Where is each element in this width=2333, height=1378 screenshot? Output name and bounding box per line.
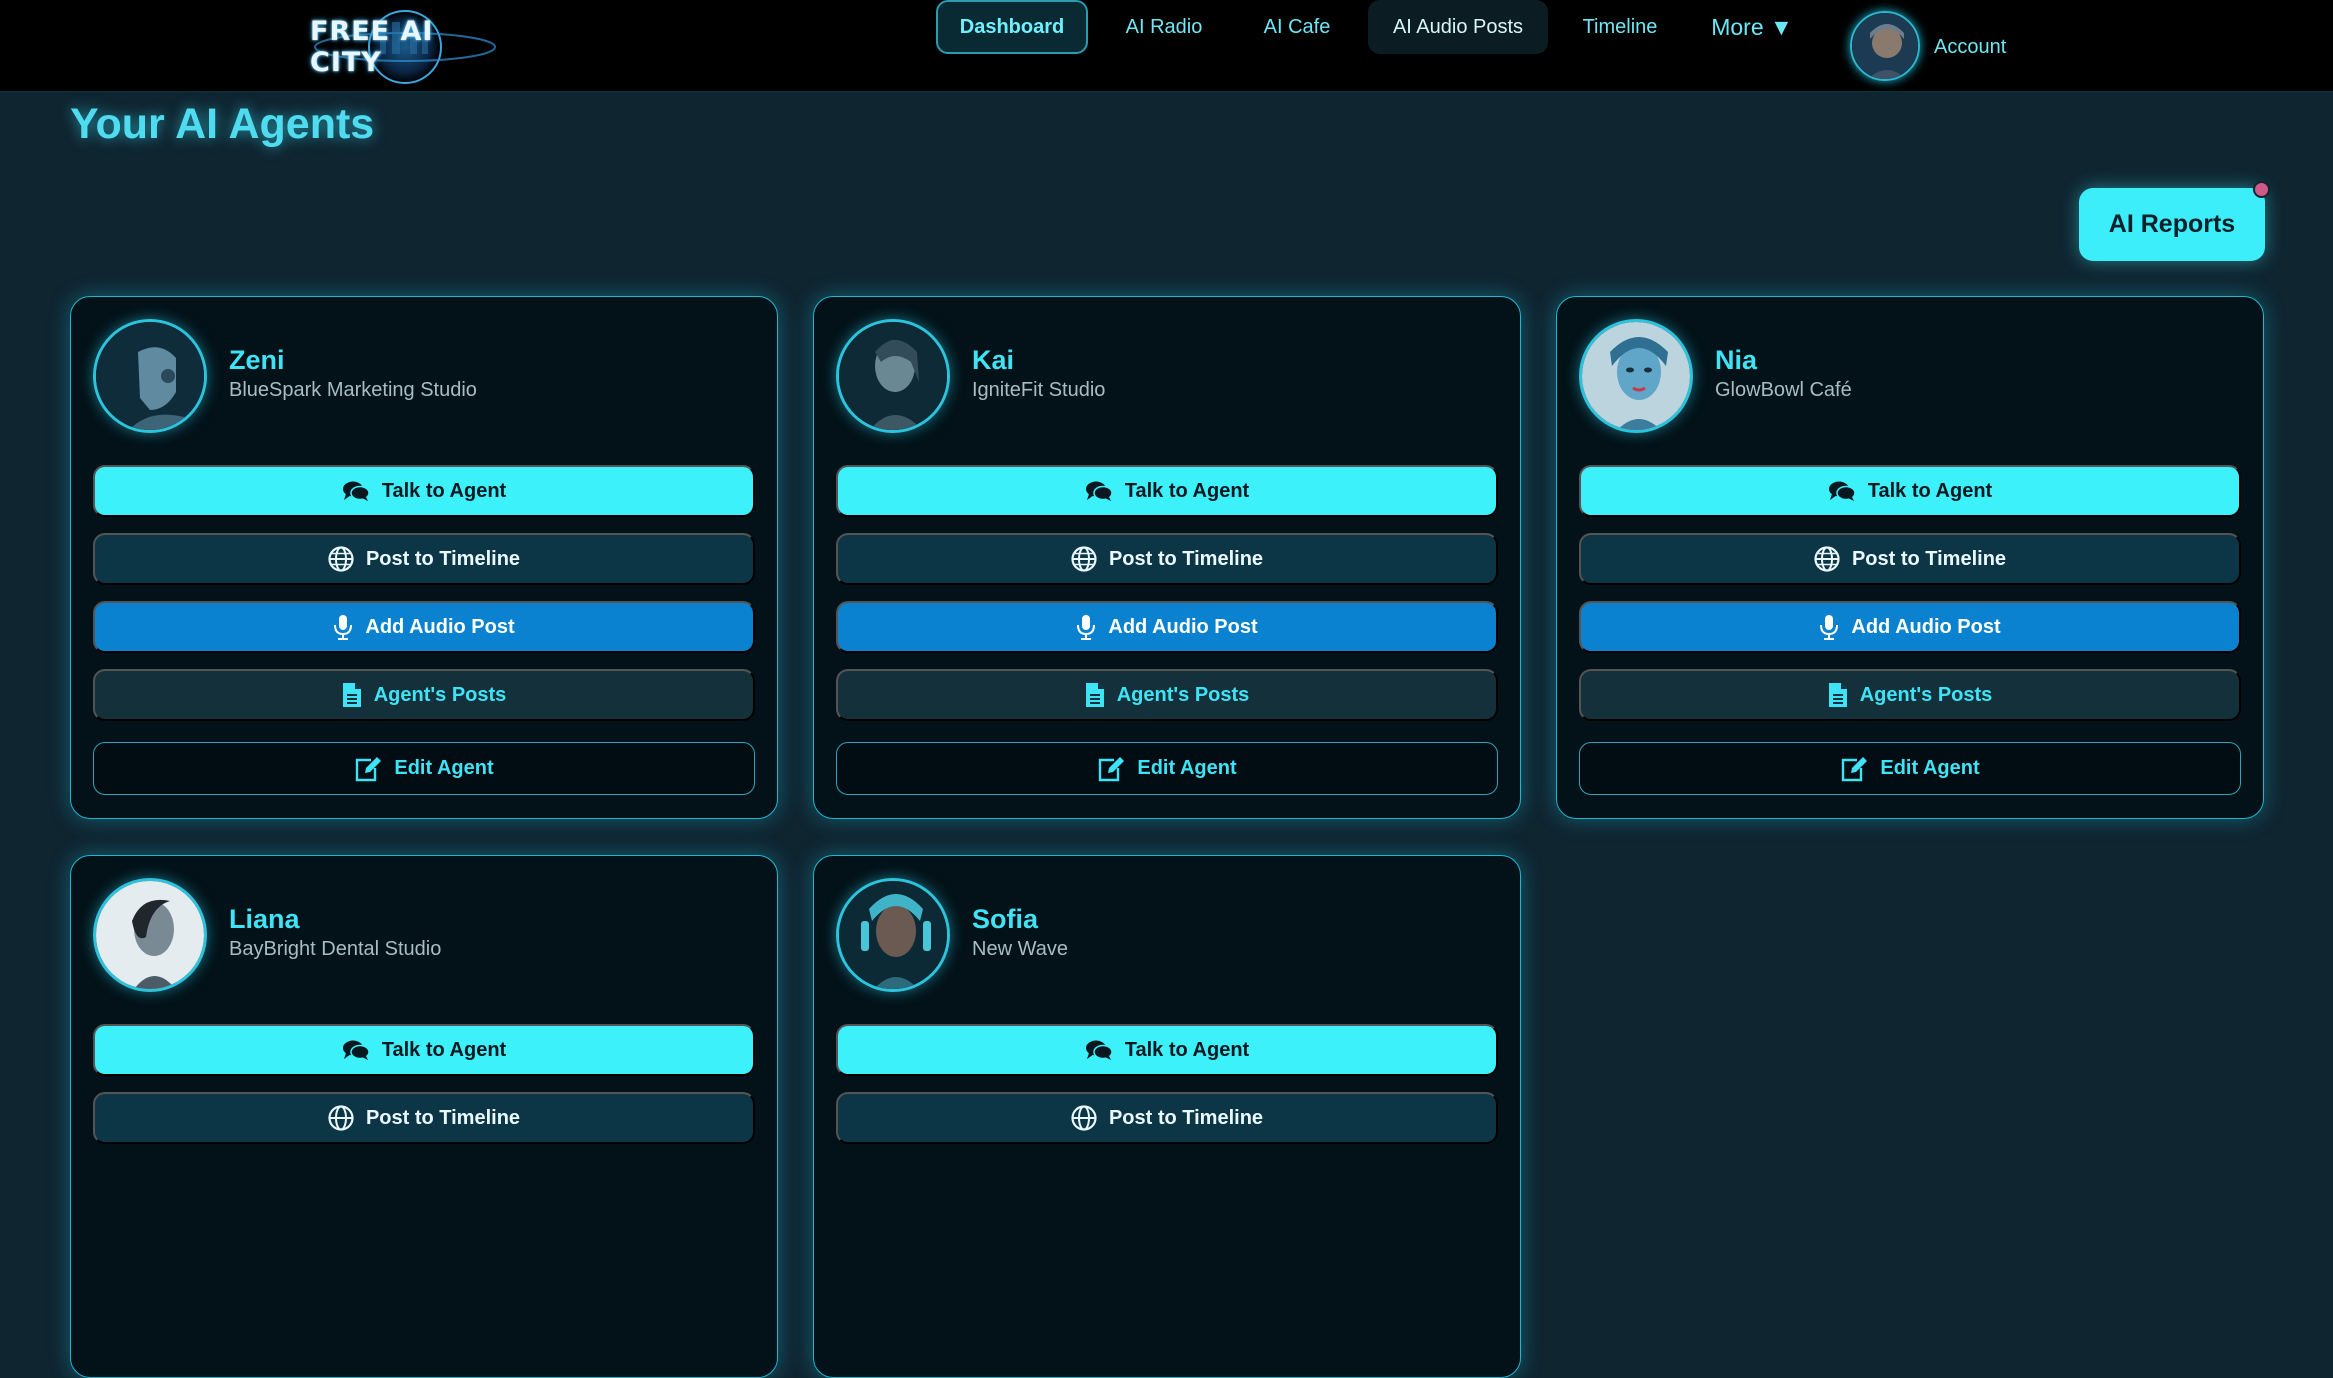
nav-ai-cafe[interactable]: AI Cafe (1250, 0, 1344, 54)
nav-ai-radio[interactable]: AI Radio (1110, 0, 1218, 54)
globe-icon (1814, 546, 1840, 572)
edit-agent-button[interactable]: Edit Agent (836, 742, 1498, 795)
edit-agent-label: Edit Agent (1880, 757, 1980, 779)
talk-to-agent-button[interactable]: Talk to Agent (93, 1024, 755, 1076)
edit-agent-button[interactable]: Edit Agent (93, 742, 755, 795)
agent-avatar (93, 319, 207, 433)
agent-avatar-image (839, 881, 947, 989)
add-audio-post-label: Add Audio Post (1108, 615, 1258, 638)
agents-posts-label: Agent's Posts (373, 683, 507, 706)
comments-icon (1828, 481, 1856, 501)
ai-reports-button[interactable]: AI Reports (2079, 188, 2265, 261)
agent-avatar (1579, 319, 1693, 433)
account-avatar[interactable] (1850, 11, 1920, 81)
post-to-timeline-button[interactable]: Post to Timeline (93, 1092, 755, 1144)
edit-agent-button[interactable]: Edit Agent (1579, 742, 2241, 795)
agent-card: Kai IgniteFit Studio Talk to Agent Post … (813, 296, 1521, 819)
agent-avatar (93, 878, 207, 992)
post-to-timeline-label: Post to Timeline (1851, 547, 2007, 570)
agent-company: GlowBowl Café (1715, 379, 1852, 401)
agent-avatar-image (1582, 322, 1690, 430)
talk-to-agent-label: Talk to Agent (381, 479, 507, 502)
edit-agent-label: Edit Agent (394, 757, 494, 779)
talk-to-agent-button[interactable]: Talk to Agent (93, 465, 755, 517)
microphone-icon (1077, 615, 1096, 640)
nav-ai-audio-posts[interactable]: AI Audio Posts (1368, 0, 1548, 54)
agent-avatar-image (96, 322, 204, 430)
add-audio-post-button[interactable]: Add Audio Post (93, 601, 755, 653)
talk-to-agent-label: Talk to Agent (1124, 479, 1250, 502)
top-navigation-bar: FREE AI CITY Dashboard AI Radio AI Cafe … (0, 0, 2333, 92)
document-icon (342, 683, 361, 707)
agents-posts-button[interactable]: Agent's Posts (836, 669, 1498, 721)
nav-timeline[interactable]: Timeline (1572, 0, 1668, 54)
talk-to-agent-button[interactable]: Talk to Agent (836, 465, 1498, 517)
talk-to-agent-button[interactable]: Talk to Agent (836, 1024, 1498, 1076)
agent-name: Sofia (972, 904, 1039, 934)
edit-agent-label: Edit Agent (1137, 757, 1237, 779)
add-audio-post-label: Add Audio Post (1851, 615, 2001, 638)
add-audio-post-label: Add Audio Post (365, 615, 515, 638)
agent-name: Zeni (229, 345, 285, 375)
comments-icon (1085, 481, 1113, 501)
add-audio-post-button[interactable]: Add Audio Post (836, 601, 1498, 653)
notification-dot (2253, 181, 2270, 198)
agents-posts-label: Agent's Posts (1116, 683, 1250, 706)
add-audio-post-button[interactable]: Add Audio Post (1579, 601, 2241, 653)
microphone-icon (334, 615, 353, 640)
comments-icon (342, 1040, 370, 1060)
agent-avatar-image (96, 881, 204, 989)
globe-icon (1071, 546, 1097, 572)
free-ai-city-logo[interactable]: FREE AI CITY (310, 8, 500, 86)
agents-posts-button[interactable]: Agent's Posts (93, 669, 755, 721)
agent-company: BlueSpark Marketing Studio (229, 379, 477, 401)
agent-company: IgniteFit Studio (972, 379, 1106, 401)
agent-name: Kai (972, 345, 1015, 375)
agent-company: BayBright Dental Studio (229, 938, 442, 960)
agent-card: Liana BayBright Dental Studio Talk to Ag… (70, 855, 778, 1378)
agent-company: New Wave (972, 938, 1068, 960)
post-to-timeline-label: Post to Timeline (1108, 547, 1264, 570)
globe-icon (328, 546, 354, 572)
agents-posts-button[interactable]: Agent's Posts (1579, 669, 2241, 721)
microphone-icon (1820, 615, 1839, 640)
globe-icon (1071, 1105, 1097, 1131)
talk-to-agent-label: Talk to Agent (381, 1038, 507, 1061)
document-icon (1828, 683, 1847, 707)
globe-icon (328, 1105, 354, 1131)
agents-posts-label: Agent's Posts (1859, 683, 1993, 706)
agent-avatar (836, 878, 950, 992)
agent-avatar-image (839, 322, 947, 430)
agent-card: Sofia New Wave Talk to Agent Post to Tim… (813, 855, 1521, 1378)
talk-to-agent-label: Talk to Agent (1867, 479, 1993, 502)
post-to-timeline-button[interactable]: Post to Timeline (836, 1092, 1498, 1144)
post-to-timeline-label: Post to Timeline (365, 547, 521, 570)
edit-icon (1099, 756, 1125, 781)
comments-icon (342, 481, 370, 501)
post-to-timeline-button[interactable]: Post to Timeline (1579, 533, 2241, 585)
talk-to-agent-label: Talk to Agent (1124, 1038, 1250, 1061)
nav-account[interactable]: Account (1934, 20, 2006, 74)
nav-more-dropdown[interactable]: More ▼ (1706, 0, 1798, 54)
document-icon (1085, 683, 1104, 707)
edit-icon (356, 756, 382, 781)
agent-card: Zeni BlueSpark Marketing Studio Talk to … (70, 296, 778, 819)
agent-card: Nia GlowBowl Café Talk to Agent Post to … (1556, 296, 2264, 819)
comments-icon (1085, 1040, 1113, 1060)
post-to-timeline-button[interactable]: Post to Timeline (836, 533, 1498, 585)
nav-dashboard[interactable]: Dashboard (936, 0, 1088, 54)
agent-name: Liana (229, 904, 300, 934)
page-title: Your AI Agents (70, 100, 375, 148)
post-to-timeline-button[interactable]: Post to Timeline (93, 533, 755, 585)
account-avatar-image (1852, 13, 1918, 79)
edit-icon (1842, 756, 1868, 781)
agent-avatar (836, 319, 950, 433)
agent-name: Nia (1715, 345, 1758, 375)
logo-text: FREE AI CITY (310, 16, 434, 78)
talk-to-agent-button[interactable]: Talk to Agent (1579, 465, 2241, 517)
